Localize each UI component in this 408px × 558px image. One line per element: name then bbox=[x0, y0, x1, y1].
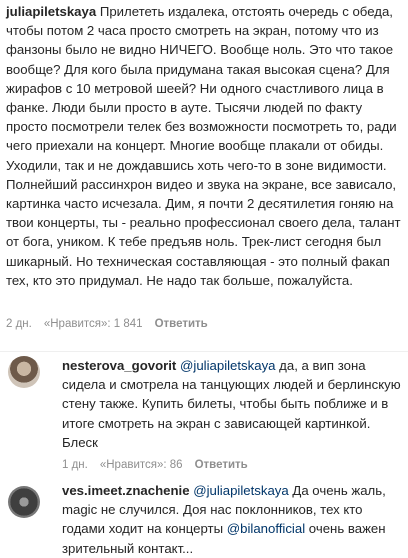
divider bbox=[0, 351, 408, 352]
reply-author[interactable]: nesterova_govorit bbox=[62, 358, 176, 373]
reply-comment: nesterova_govorit @juliapiletskaya да, а… bbox=[62, 356, 402, 452]
comment-author[interactable]: juliapiletskaya bbox=[6, 4, 96, 19]
reply-comment: ves.imeet.znachenie @juliapiletskaya Да … bbox=[62, 481, 402, 558]
reply-meta: 1 дн. «Нравится»: 86 Ответить bbox=[62, 459, 248, 471]
avatar[interactable] bbox=[8, 486, 40, 518]
reply-button[interactable]: Ответить bbox=[155, 318, 208, 330]
mention-link[interactable]: @bilanofficial bbox=[227, 521, 305, 536]
reply-author[interactable]: ves.imeet.znachenie bbox=[62, 483, 190, 498]
main-comment: juliapiletskaya Прилететь издалека, отст… bbox=[6, 2, 402, 290]
comment-likes[interactable]: «Нравится»: 1 841 bbox=[44, 318, 143, 330]
mention-link[interactable]: @juliapiletskaya bbox=[193, 483, 289, 498]
comment-meta: 2 дн. «Нравится»: 1 841 Ответить bbox=[6, 318, 208, 330]
reply-likes[interactable]: «Нравится»: 86 bbox=[100, 459, 183, 471]
comment-text: Прилететь издалека, отстоять очередь с о… bbox=[6, 4, 401, 288]
mention-link[interactable]: @juliapiletskaya bbox=[180, 358, 276, 373]
avatar[interactable] bbox=[8, 356, 40, 388]
reply-time[interactable]: 1 дн. bbox=[62, 459, 88, 471]
comments-page: juliapiletskaya Прилететь издалека, отст… bbox=[0, 0, 408, 556]
comment-time[interactable]: 2 дн. bbox=[6, 318, 32, 330]
reply-button[interactable]: Ответить bbox=[195, 459, 248, 471]
